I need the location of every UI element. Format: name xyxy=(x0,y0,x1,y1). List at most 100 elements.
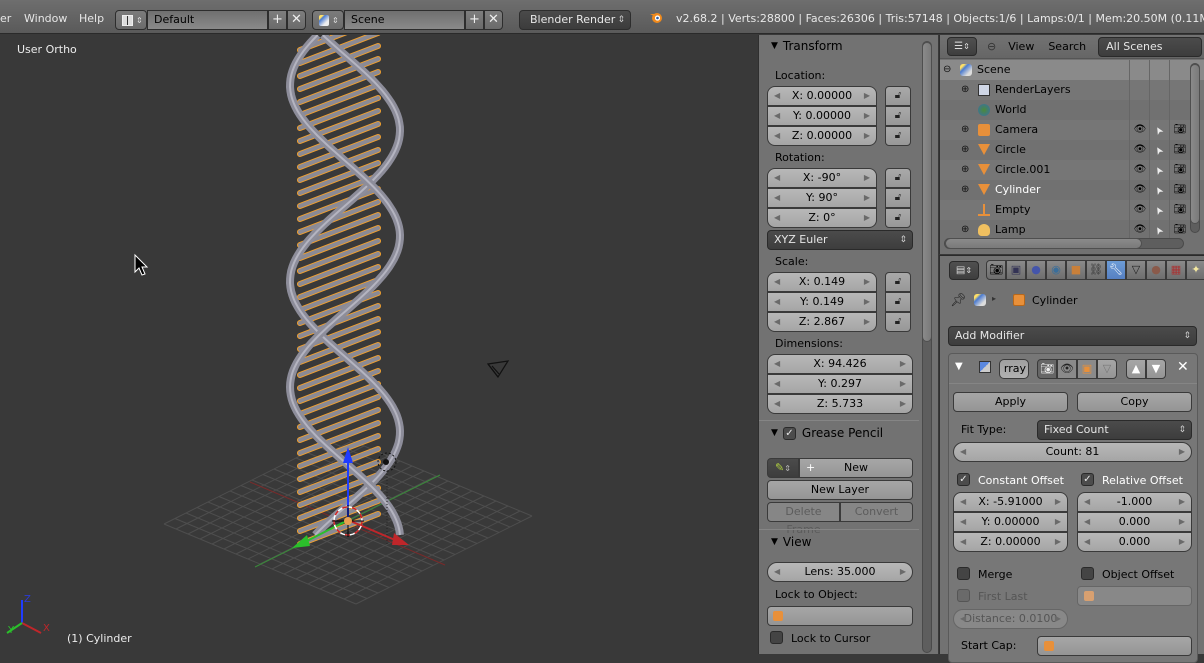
outliner-row-renderlayers[interactable]: ⊕ RenderLayers xyxy=(940,80,1204,100)
outliner-item-name[interactable]: Lamp xyxy=(995,220,1026,240)
outliner-row-scene[interactable]: ⊖ Scene xyxy=(940,60,1204,80)
location-y-field[interactable]: ◀ Y: 0.00000 ▶ xyxy=(767,106,877,126)
lock-rotation-z[interactable]: 🔓︎ xyxy=(885,208,911,228)
outliner-hscrollbar[interactable] xyxy=(944,238,1184,249)
constant-offset-z-field[interactable]: ◀ Z: 0.00000 ▶ xyxy=(953,532,1068,552)
tab-material[interactable]: ● xyxy=(1146,260,1166,280)
outliner-item-name[interactable]: World xyxy=(995,100,1027,120)
location-x-field[interactable]: ◀ X: 0.00000 ▶ xyxy=(767,86,877,106)
tab-scene[interactable]: ● xyxy=(1026,260,1046,280)
outliner-search-menu[interactable]: Search xyxy=(1048,40,1086,53)
lock-location-x[interactable]: 🔓︎ xyxy=(885,86,911,106)
grease-pencil-datablock-selector[interactable]: ✎⇕ xyxy=(767,458,799,478)
outliner-row-world[interactable]: World xyxy=(940,100,1204,120)
outliner-row-empty[interactable]: Empty 👁︎ ➤ 📷︎ xyxy=(940,200,1204,220)
collapse-arrow-icon[interactable]: ▼ xyxy=(955,361,963,372)
render-camera-icon[interactable]: 📷︎ xyxy=(1173,120,1187,140)
lens-field[interactable]: ◀ Lens: 35.000 ▶ xyxy=(767,562,913,582)
grease-pencil-panel-header[interactable]: ▼ ✓ Grease Pencil xyxy=(759,422,919,444)
copy-button[interactable]: Copy xyxy=(1077,392,1192,412)
outliner-item-name[interactable]: Cylinder xyxy=(995,180,1041,200)
relative-offset-checkbox[interactable]: ✓ xyxy=(1081,473,1094,486)
scale-x-field[interactable]: ◀ X: 0.149 ▶ xyxy=(767,272,877,292)
outliner-item-name[interactable]: Circle xyxy=(995,140,1026,160)
menu-help[interactable]: Help xyxy=(79,12,104,25)
outliner-item-name[interactable]: RenderLayers xyxy=(995,80,1071,100)
menu-window[interactable]: Window xyxy=(24,12,67,25)
lock-to-cursor-checkbox[interactable] xyxy=(770,631,783,644)
expand-icon[interactable]: ⊕ xyxy=(961,80,969,100)
tab-texture[interactable]: ▦ xyxy=(1166,260,1186,280)
expand-icon[interactable]: ⊕ xyxy=(961,160,969,180)
outliner-item-name[interactable]: Scene xyxy=(977,60,1011,80)
rotation-z-field[interactable]: ◀ Z: 0° ▶ xyxy=(767,208,877,228)
render-camera-icon[interactable]: 📷︎ xyxy=(1173,220,1187,240)
collapse-header-icon[interactable]: ⊖ xyxy=(987,40,996,53)
outliner-hscroll-thumb[interactable] xyxy=(945,238,1142,249)
outliner-item-name[interactable]: Circle.001 xyxy=(995,160,1050,180)
tab-world[interactable]: ◉ xyxy=(1046,260,1066,280)
offset-object-field[interactable] xyxy=(1077,586,1192,606)
display-mode-dropdown[interactable]: All Scenes xyxy=(1098,36,1203,57)
eye-icon[interactable]: 👁︎ xyxy=(1133,180,1147,200)
expand-icon[interactable]: ⊕ xyxy=(961,220,969,240)
render-engine-dropdown[interactable]: Blender Render ⇕ xyxy=(519,10,631,30)
add-modifier-dropdown[interactable]: Add Modifier ⇕ xyxy=(948,326,1197,346)
constant-offset-checkbox[interactable]: ✓ xyxy=(957,473,970,486)
lock-scale-x[interactable]: 🔓︎ xyxy=(885,272,911,292)
outliner-row-lamp[interactable]: ⊕ Lamp 👁︎ ➤ 📷︎ xyxy=(940,220,1204,240)
location-z-field[interactable]: ◀ Z: 0.00000 ▶ xyxy=(767,126,877,146)
rotation-mode-dropdown[interactable]: XYZ Euler ⇕ xyxy=(767,230,913,250)
grease-pencil-checkbox[interactable]: ✓ xyxy=(782,426,796,440)
render-toggle[interactable]: 📷︎ xyxy=(1037,359,1057,379)
remove-modifier-icon[interactable]: ✕ xyxy=(1177,359,1189,375)
collapse-icon[interactable]: ⊖ xyxy=(943,60,951,80)
scale-z-field[interactable]: ◀ Z: 2.867 ▶ xyxy=(767,312,877,332)
lock-rotation-x[interactable]: 🔓︎ xyxy=(885,168,911,188)
tab-modifiers[interactable]: 🔧︎ xyxy=(1106,260,1126,280)
rotation-x-field[interactable]: ◀ X: -90° ▶ xyxy=(767,168,877,188)
on-cage-toggle[interactable]: ▽ xyxy=(1097,359,1117,379)
outliner-item-name[interactable]: Empty xyxy=(995,200,1030,220)
lock-location-z[interactable]: 🔓︎ xyxy=(885,126,911,146)
render-camera-icon[interactable]: 📷︎ xyxy=(1173,200,1187,220)
menu-render[interactable]: er xyxy=(0,12,11,25)
count-field[interactable]: ◀ Count: 81 ▶ xyxy=(953,442,1192,462)
merge-checkbox[interactable] xyxy=(957,567,970,580)
dimension-z-field[interactable]: ◀ Z: 5.733 ▶ xyxy=(767,394,913,414)
tab-data[interactable]: ▽ xyxy=(1126,260,1146,280)
delete-screen-button[interactable]: ✕ xyxy=(287,10,306,30)
relative-offset-x-field[interactable]: ◀ -1.000 ▶ xyxy=(1077,492,1192,512)
new-grease-pencil-button[interactable]: + New xyxy=(799,458,913,478)
3d-viewport[interactable]: User Ortho Z X Y (1) Cylinder xyxy=(0,35,758,654)
eye-icon[interactable]: 👁︎ xyxy=(1133,120,1147,140)
add-screen-button[interactable]: + xyxy=(268,10,287,30)
constant-offset-y-field[interactable]: ◀ Y: 0.00000 ▶ xyxy=(953,512,1068,532)
start-cap-field[interactable] xyxy=(1037,636,1192,656)
expand-icon[interactable]: ⊕ xyxy=(961,120,969,140)
transform-panel-header[interactable]: ▼ Transform xyxy=(759,35,919,57)
apply-button[interactable]: Apply xyxy=(953,392,1068,412)
tab-render[interactable]: 📷︎ xyxy=(986,260,1006,280)
outliner-vscroll-thumb[interactable] xyxy=(1190,64,1200,224)
sidebar-scrollbar-thumb[interactable] xyxy=(922,42,932,342)
add-scene-button[interactable]: + xyxy=(465,10,484,30)
scale-y-field[interactable]: ◀ Y: 0.149 ▶ xyxy=(767,292,877,312)
eye-icon[interactable]: 👁︎ xyxy=(1133,200,1147,220)
editmode-toggle[interactable]: ▣ xyxy=(1077,359,1097,379)
outliner-row-camera[interactable]: ⊕ Camera 👁︎ ➤ 📷︎ xyxy=(940,120,1204,140)
expand-icon[interactable]: ⊕ xyxy=(961,180,969,200)
view-panel-header[interactable]: ▼ View xyxy=(759,531,919,553)
relative-offset-z-field[interactable]: ◀ 0.000 ▶ xyxy=(1077,532,1192,552)
lock-scale-y[interactable]: 🔓︎ xyxy=(885,292,911,312)
outliner-vscrollbar[interactable] xyxy=(1190,63,1200,233)
lock-location-y[interactable]: 🔓︎ xyxy=(885,106,911,126)
screen-layout-name[interactable]: Default xyxy=(147,10,268,30)
pin-icon[interactable]: 📌︎ xyxy=(950,293,967,308)
outliner-row-circle-001[interactable]: ⊕ Circle.001 👁︎ ➤ 📷︎ xyxy=(940,160,1204,180)
outliner-item-name[interactable]: Camera xyxy=(995,120,1038,140)
eye-icon[interactable]: 👁︎ xyxy=(1133,220,1147,240)
object-offset-checkbox[interactable] xyxy=(1081,567,1094,580)
move-down-button[interactable]: ▼ xyxy=(1146,359,1166,379)
viewport-display-toggle[interactable]: 👁︎ xyxy=(1057,359,1077,379)
